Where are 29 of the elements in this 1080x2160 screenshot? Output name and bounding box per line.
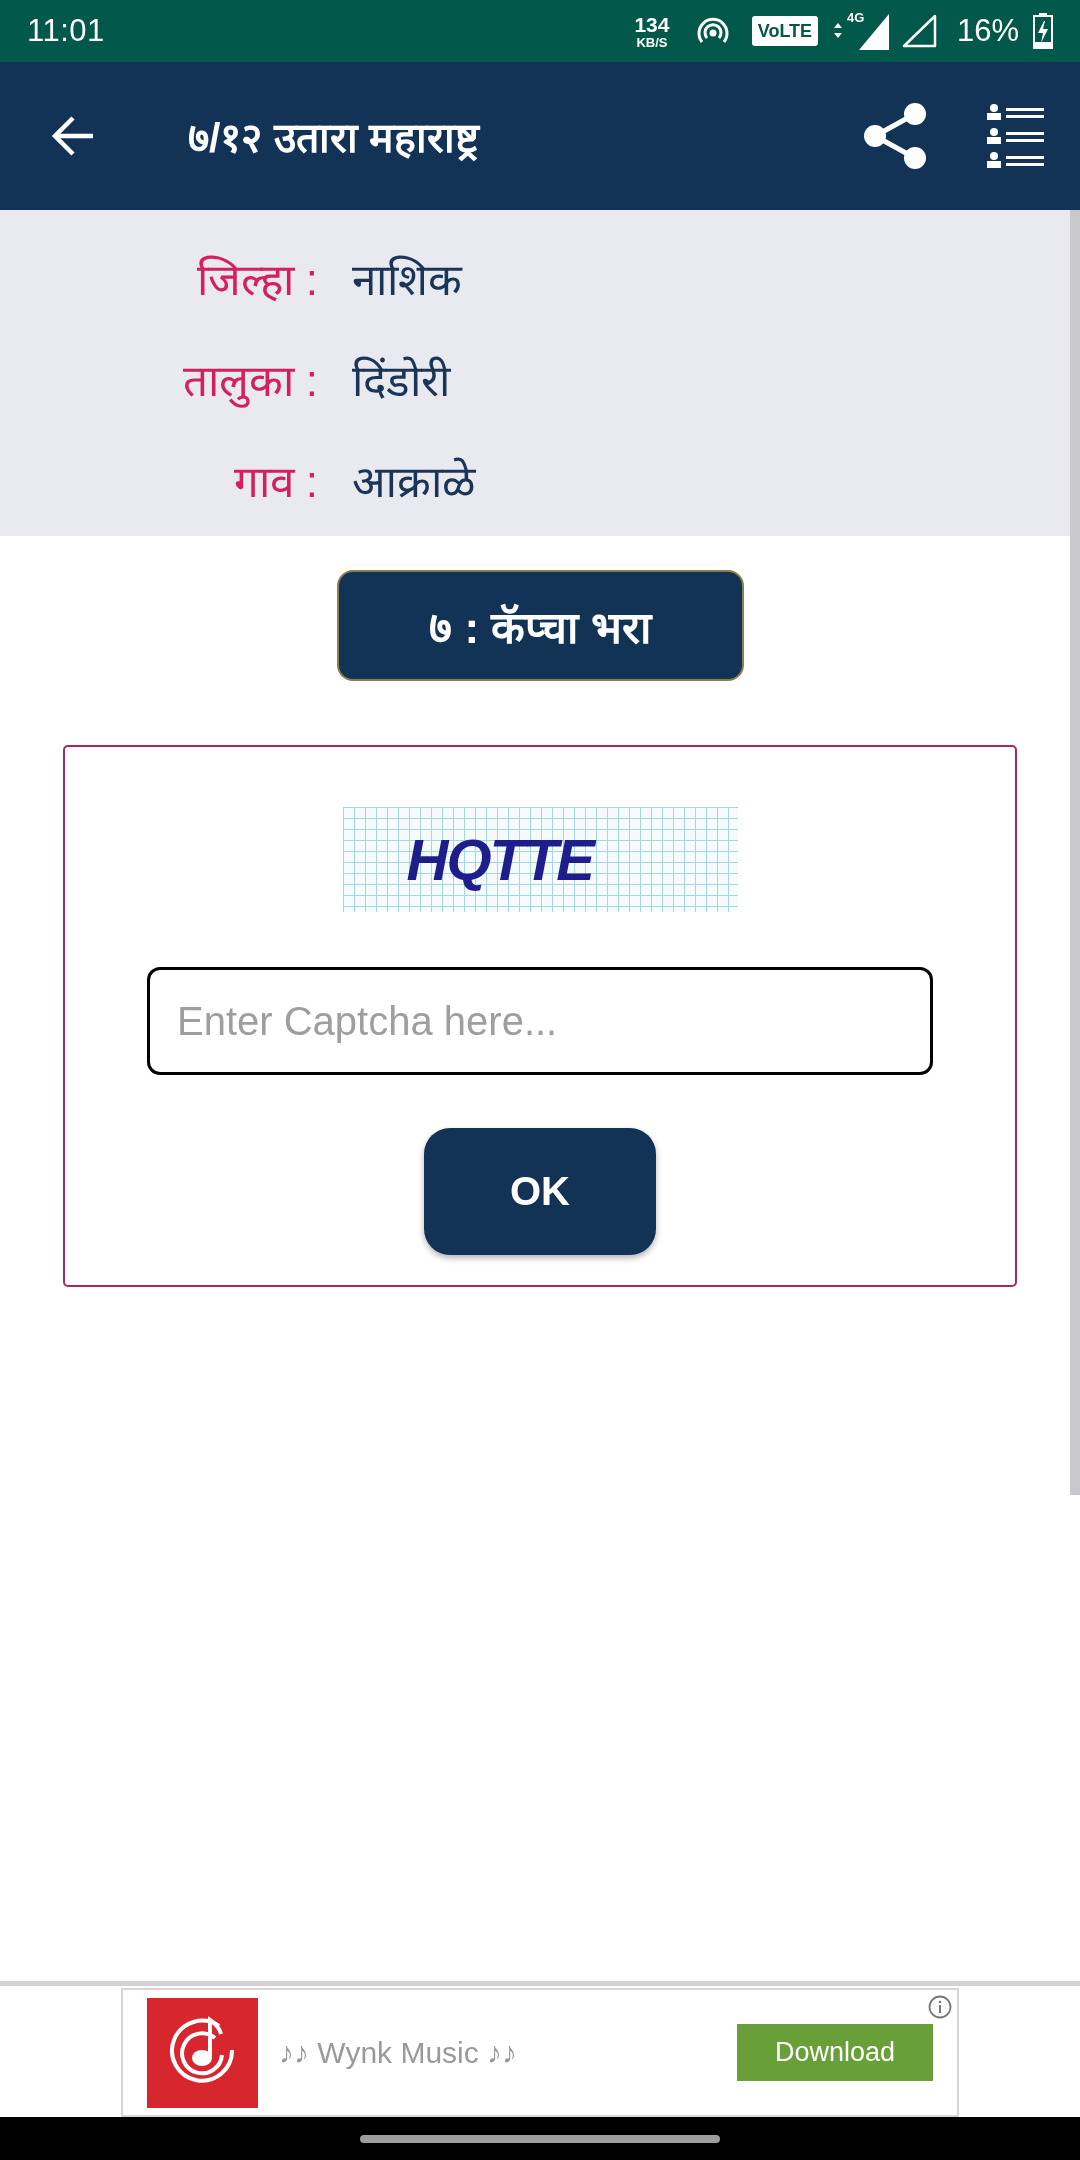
- app-title: ७/१२ उतारा महाराष्ट्र: [188, 114, 480, 163]
- field-label: गाव :: [233, 455, 318, 508]
- field-label: तालुका :: [182, 348, 318, 409]
- status-time: 11:01: [27, 13, 105, 49]
- music-app-icon: [147, 1997, 258, 2108]
- field-label: जिल्हा :: [196, 253, 318, 306]
- captcha-text: HQTTE: [406, 830, 594, 889]
- people-list-icon: [986, 104, 1044, 168]
- ad-title: ♪♪ Wynk Music ♪♪: [279, 2035, 518, 2070]
- share-icon: [863, 102, 927, 170]
- field-value: नाशिक: [352, 253, 462, 306]
- data-speed-text: 134: [634, 13, 670, 35]
- data-unit-text: KB/S: [636, 35, 668, 49]
- volte-badge: VoLTE: [751, 16, 818, 46]
- home-handle[interactable]: [360, 2134, 720, 2143]
- field-value: दिंडोरी: [352, 354, 450, 407]
- ad-banner[interactable]: ♪♪ Wynk Music ♪♪ Download: [121, 1988, 959, 2117]
- network-type-text: 4G: [846, 11, 865, 24]
- hotspot-icon: [696, 17, 729, 45]
- back-arrow-icon: [51, 116, 95, 156]
- download-button[interactable]: Download: [737, 2024, 933, 2081]
- ok-button[interactable]: OK: [424, 1128, 656, 1255]
- signal-outline-icon: [901, 14, 937, 48]
- info-icon[interactable]: [928, 1995, 952, 2019]
- field-value: आक्राळे: [352, 455, 475, 508]
- step-heading: ७ : कॅप्चा भरा: [336, 570, 744, 681]
- battery-icon: [1033, 13, 1053, 49]
- captcha-input[interactable]: Enter Captcha here...: [147, 967, 933, 1075]
- battery-percent-text: 16%: [956, 13, 1019, 49]
